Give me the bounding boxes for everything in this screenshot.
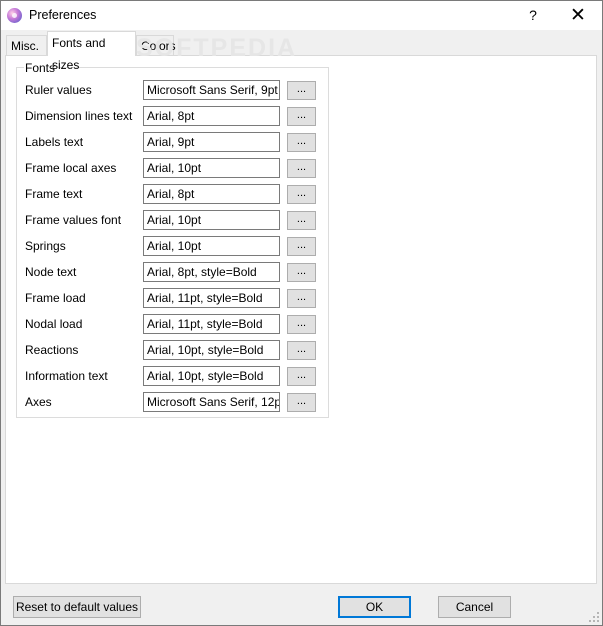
- font-browse-button[interactable]: ...: [287, 237, 316, 256]
- font-browse-button[interactable]: ...: [287, 263, 316, 282]
- font-row: Axes Microsoft Sans Serif, 12pt, s...: [17, 392, 330, 412]
- font-value-field[interactable]: Arial, 10pt: [143, 236, 280, 256]
- font-browse-button[interactable]: ...: [287, 81, 316, 100]
- font-row: Frame values font Arial, 10pt...: [17, 210, 330, 230]
- font-browse-button[interactable]: ...: [287, 185, 316, 204]
- font-row-label: Frame local axes: [25, 161, 117, 175]
- tab-misc[interactable]: Misc.: [6, 35, 47, 55]
- font-browse-button[interactable]: ...: [287, 159, 316, 178]
- title-bar: Preferences ? ✕: [1, 1, 602, 30]
- font-row-label: Node text: [25, 265, 77, 279]
- help-button[interactable]: ?: [510, 1, 556, 30]
- close-button[interactable]: ✕: [555, 1, 601, 30]
- font-row-label: Ruler values: [25, 83, 92, 97]
- font-row-label: Frame text: [25, 187, 83, 201]
- font-value-field[interactable]: Arial, 10pt: [143, 158, 280, 178]
- font-row-label: Nodal load: [25, 317, 83, 331]
- font-browse-button[interactable]: ...: [287, 211, 316, 230]
- font-row-label: Reactions: [25, 343, 79, 357]
- font-row: Reactions Arial, 10pt, style=Bold...: [17, 340, 330, 360]
- font-row-label: Axes: [25, 395, 52, 409]
- font-row: Nodal load Arial, 11pt, style=Bold...: [17, 314, 330, 334]
- font-value-field[interactable]: Arial, 9pt: [143, 132, 280, 152]
- fonts-and-sizes-panel: Fonts Ruler values Microsoft Sans Serif, …: [5, 55, 597, 584]
- font-row: Ruler values Microsoft Sans Serif, 9pt...: [17, 80, 330, 100]
- font-browse-button[interactable]: ...: [287, 315, 316, 334]
- font-row: Labels text Arial, 9pt...: [17, 132, 330, 152]
- ok-button[interactable]: OK: [338, 596, 411, 618]
- font-value-field[interactable]: Microsoft Sans Serif, 12pt, s: [143, 392, 280, 412]
- font-value-field[interactable]: Arial, 11pt, style=Bold: [143, 314, 280, 334]
- fonts-groupbox: Fonts Ruler values Microsoft Sans Serif, …: [16, 61, 330, 418]
- font-value-field[interactable]: Microsoft Sans Serif, 9pt: [143, 80, 280, 100]
- font-value-field[interactable]: Arial, 8pt: [143, 106, 280, 126]
- tab-fonts-and-sizes[interactable]: Fonts and sizes: [47, 31, 136, 72]
- font-row-label: Labels text: [25, 135, 84, 149]
- font-row: Frame text Arial, 8pt...: [17, 184, 330, 204]
- font-row-label: Information text: [25, 369, 108, 383]
- preferences-window: Preferences ? ✕ Misc. Fonts and sizes Co…: [0, 0, 603, 626]
- font-value-field[interactable]: Arial, 10pt, style=Bold: [143, 340, 280, 360]
- resize-grip[interactable]: [588, 611, 600, 623]
- font-row: Information text Arial, 10pt, style=Bold.…: [17, 366, 330, 386]
- reset-defaults-button[interactable]: Reset to default values: [13, 596, 141, 618]
- font-row-label: Springs: [25, 239, 66, 253]
- font-browse-button[interactable]: ...: [287, 393, 316, 412]
- font-value-field[interactable]: Arial, 10pt: [143, 210, 280, 230]
- app-icon: [7, 8, 22, 23]
- window-title: Preferences: [29, 8, 97, 22]
- font-value-field[interactable]: Arial, 11pt, style=Bold: [143, 288, 280, 308]
- font-row-label: Frame values font: [25, 213, 122, 227]
- font-row-label: Frame load: [25, 291, 86, 305]
- font-row: Frame load Arial, 11pt, style=Bold...: [17, 288, 330, 308]
- font-browse-button[interactable]: ...: [287, 341, 316, 360]
- font-row: Dimension lines text Arial, 8pt...: [17, 106, 330, 126]
- font-value-field[interactable]: Arial, 8pt: [143, 184, 280, 204]
- font-value-field[interactable]: Arial, 8pt, style=Bold: [143, 262, 280, 282]
- font-browse-button[interactable]: ...: [287, 367, 316, 386]
- font-value-field[interactable]: Arial, 10pt, style=Bold: [143, 366, 280, 386]
- font-row: Springs Arial, 10pt...: [17, 236, 330, 256]
- tab-colors[interactable]: Colors: [136, 35, 176, 55]
- tab-strip: Misc. Fonts and sizes Colors: [1, 30, 602, 72]
- font-row: Frame local axes Arial, 10pt...: [17, 158, 330, 178]
- font-row: Node text Arial, 8pt, style=Bold...: [17, 262, 330, 282]
- font-browse-button[interactable]: ...: [287, 133, 316, 152]
- font-browse-button[interactable]: ...: [287, 107, 316, 126]
- cancel-button[interactable]: Cancel: [438, 596, 511, 618]
- font-row-label: Dimension lines text: [25, 109, 133, 123]
- font-browse-button[interactable]: ...: [287, 289, 316, 308]
